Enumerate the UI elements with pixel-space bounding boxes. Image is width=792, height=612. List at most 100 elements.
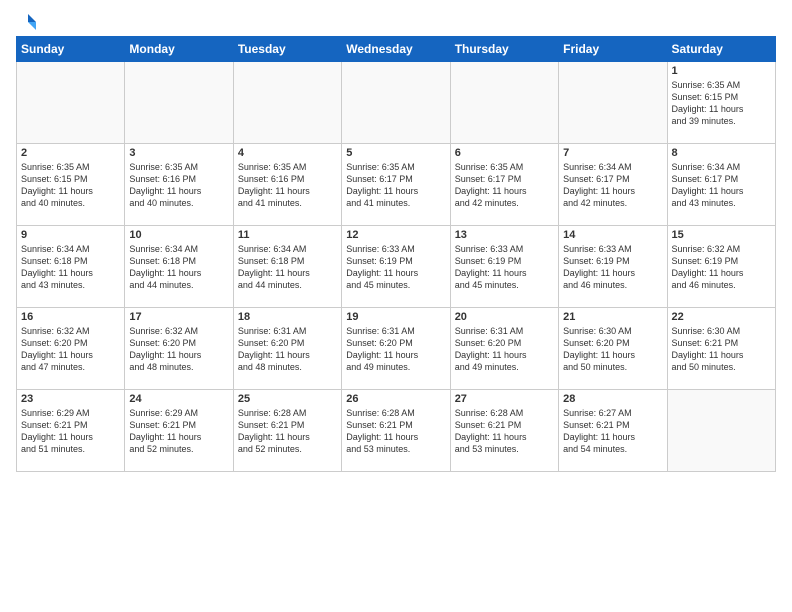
day-info: Sunrise: 6:35 AM Sunset: 6:15 PM Dayligh… (672, 79, 771, 128)
day-info: Sunrise: 6:28 AM Sunset: 6:21 PM Dayligh… (238, 407, 337, 456)
day-info: Sunrise: 6:32 AM Sunset: 6:20 PM Dayligh… (129, 325, 228, 374)
calendar-day-cell: 10 Sunrise: 6:34 AM Sunset: 6:18 PM Dayli… (125, 226, 233, 308)
day-number: 4 (238, 147, 337, 159)
calendar-day-cell: 27Sunrise: 6:28 AM Sunset: 6:21 PM Dayli… (450, 390, 558, 472)
calendar-table: SundayMondayTuesdayWednesdayThursdayFrid… (16, 36, 776, 472)
day-info: Sunrise: 6:29 AM Sunset: 6:21 PM Dayligh… (21, 407, 120, 456)
calendar-day-cell: 26 Sunrise: 6:28 AM Sunset: 6:21 PM Dayli… (342, 390, 450, 472)
day-number: 11 (238, 229, 337, 241)
calendar-week-row: 16 Sunrise: 6:32 AM Sunset: 6:20 PM Dayli… (17, 308, 776, 390)
day-info: Sunrise: 6:33 AM Sunset: 6:19 PM Dayligh… (455, 243, 554, 292)
calendar-empty-cell (233, 62, 341, 144)
day-number: 15 (672, 229, 771, 241)
calendar-week-row: 23Sunrise: 6:29 AM Sunset: 6:21 PM Dayli… (17, 390, 776, 472)
calendar-empty-cell (342, 62, 450, 144)
calendar-empty-cell (559, 62, 667, 144)
day-number: 22 (672, 311, 771, 323)
day-number: 16 (21, 311, 120, 323)
logo (16, 12, 38, 28)
day-info: Sunrise: 6:30 AM Sunset: 6:21 PM Dayligh… (672, 325, 771, 374)
day-number: 25 (238, 393, 337, 405)
calendar-week-row: 2 Sunrise: 6:35 AM Sunset: 6:15 PM Daylig… (17, 144, 776, 226)
day-number: 5 (346, 147, 445, 159)
calendar-day-cell: 11 Sunrise: 6:34 AM Sunset: 6:18 PM Dayli… (233, 226, 341, 308)
weekday-header-thursday: Thursday (450, 37, 558, 62)
calendar-day-cell: 23Sunrise: 6:29 AM Sunset: 6:21 PM Dayli… (17, 390, 125, 472)
weekday-header-monday: Monday (125, 37, 233, 62)
calendar-empty-cell (125, 62, 233, 144)
calendar-header-row: SundayMondayTuesdayWednesdayThursdayFrid… (17, 37, 776, 62)
day-number: 21 (563, 311, 662, 323)
day-info: Sunrise: 6:35 AM Sunset: 6:16 PM Dayligh… (238, 161, 337, 210)
day-info: Sunrise: 6:34 AM Sunset: 6:18 PM Dayligh… (21, 243, 120, 292)
day-info: Sunrise: 6:34 AM Sunset: 6:17 PM Dayligh… (672, 161, 771, 210)
calendar-empty-cell (450, 62, 558, 144)
calendar-day-cell: 8 Sunrise: 6:34 AM Sunset: 6:17 PM Daylig… (667, 144, 775, 226)
calendar-day-cell: 20 Sunrise: 6:31 AM Sunset: 6:20 PM Dayli… (450, 308, 558, 390)
calendar-empty-cell (667, 390, 775, 472)
day-number: 18 (238, 311, 337, 323)
day-info: Sunrise: 6:35 AM Sunset: 6:17 PM Dayligh… (455, 161, 554, 210)
weekday-header-tuesday: Tuesday (233, 37, 341, 62)
day-number: 12 (346, 229, 445, 241)
day-number: 8 (672, 147, 771, 159)
day-info: Sunrise: 6:33 AM Sunset: 6:19 PM Dayligh… (563, 243, 662, 292)
page: SundayMondayTuesdayWednesdayThursdayFrid… (0, 0, 792, 480)
day-number: 10 (129, 229, 228, 241)
calendar-empty-cell (17, 62, 125, 144)
calendar-day-cell: 2 Sunrise: 6:35 AM Sunset: 6:15 PM Daylig… (17, 144, 125, 226)
logo-icon (18, 12, 38, 32)
day-info: Sunrise: 6:35 AM Sunset: 6:17 PM Dayligh… (346, 161, 445, 210)
calendar-day-cell: 16Sunrise: 6:32 AM Sunset: 6:20 PM Dayli… (17, 308, 125, 390)
day-info: Sunrise: 6:33 AM Sunset: 6:19 PM Dayligh… (346, 243, 445, 292)
day-number: 14 (563, 229, 662, 241)
weekday-header-saturday: Saturday (667, 37, 775, 62)
day-info: Sunrise: 6:34 AM Sunset: 6:18 PM Dayligh… (129, 243, 228, 292)
day-info: Sunrise: 6:34 AM Sunset: 6:18 PM Dayligh… (238, 243, 337, 292)
day-info: Sunrise: 6:34 AM Sunset: 6:17 PM Dayligh… (563, 161, 662, 210)
calendar-day-cell: 5 Sunrise: 6:35 AM Sunset: 6:17 PM Daylig… (342, 144, 450, 226)
day-number: 13 (455, 229, 554, 241)
day-number: 17 (129, 311, 228, 323)
weekday-header-sunday: Sunday (17, 37, 125, 62)
day-number: 2 (21, 147, 120, 159)
day-number: 27 (455, 393, 554, 405)
calendar-day-cell: 18Sunrise: 6:31 AM Sunset: 6:20 PM Dayli… (233, 308, 341, 390)
day-number: 24 (129, 393, 228, 405)
calendar-week-row: 9Sunrise: 6:34 AM Sunset: 6:18 PM Daylig… (17, 226, 776, 308)
day-number: 26 (346, 393, 445, 405)
day-info: Sunrise: 6:28 AM Sunset: 6:21 PM Dayligh… (346, 407, 445, 456)
day-number: 1 (672, 65, 771, 77)
day-info: Sunrise: 6:31 AM Sunset: 6:20 PM Dayligh… (346, 325, 445, 374)
calendar-day-cell: 6 Sunrise: 6:35 AM Sunset: 6:17 PM Daylig… (450, 144, 558, 226)
day-number: 19 (346, 311, 445, 323)
calendar-week-row: 1 Sunrise: 6:35 AM Sunset: 6:15 PM Daylig… (17, 62, 776, 144)
calendar-day-cell: 19 Sunrise: 6:31 AM Sunset: 6:20 PM Dayli… (342, 308, 450, 390)
day-info: Sunrise: 6:31 AM Sunset: 6:20 PM Dayligh… (455, 325, 554, 374)
calendar-day-cell: 12 Sunrise: 6:33 AM Sunset: 6:19 PM Dayli… (342, 226, 450, 308)
day-info: Sunrise: 6:27 AM Sunset: 6:21 PM Dayligh… (563, 407, 662, 456)
calendar-day-cell: 17 Sunrise: 6:32 AM Sunset: 6:20 PM Dayli… (125, 308, 233, 390)
header (16, 12, 776, 28)
weekday-header-friday: Friday (559, 37, 667, 62)
calendar-day-cell: 3 Sunrise: 6:35 AM Sunset: 6:16 PM Daylig… (125, 144, 233, 226)
calendar-day-cell: 13 Sunrise: 6:33 AM Sunset: 6:19 PM Dayli… (450, 226, 558, 308)
calendar-day-cell: 24 Sunrise: 6:29 AM Sunset: 6:21 PM Dayli… (125, 390, 233, 472)
calendar-day-cell: 7Sunrise: 6:34 AM Sunset: 6:17 PM Daylig… (559, 144, 667, 226)
calendar-day-cell: 25 Sunrise: 6:28 AM Sunset: 6:21 PM Dayli… (233, 390, 341, 472)
day-info: Sunrise: 6:35 AM Sunset: 6:16 PM Dayligh… (129, 161, 228, 210)
weekday-header-wednesday: Wednesday (342, 37, 450, 62)
day-info: Sunrise: 6:30 AM Sunset: 6:20 PM Dayligh… (563, 325, 662, 374)
day-info: Sunrise: 6:29 AM Sunset: 6:21 PM Dayligh… (129, 407, 228, 456)
calendar-day-cell: 28 Sunrise: 6:27 AM Sunset: 6:21 PM Dayli… (559, 390, 667, 472)
calendar-day-cell: 4 Sunrise: 6:35 AM Sunset: 6:16 PM Daylig… (233, 144, 341, 226)
calendar-day-cell: 22 Sunrise: 6:30 AM Sunset: 6:21 PM Dayli… (667, 308, 775, 390)
day-info: Sunrise: 6:35 AM Sunset: 6:15 PM Dayligh… (21, 161, 120, 210)
day-number: 6 (455, 147, 554, 159)
day-number: 28 (563, 393, 662, 405)
day-number: 20 (455, 311, 554, 323)
day-number: 3 (129, 147, 228, 159)
calendar-day-cell: 9Sunrise: 6:34 AM Sunset: 6:18 PM Daylig… (17, 226, 125, 308)
calendar-day-cell: 21 Sunrise: 6:30 AM Sunset: 6:20 PM Dayli… (559, 308, 667, 390)
calendar-day-cell: 14 Sunrise: 6:33 AM Sunset: 6:19 PM Dayli… (559, 226, 667, 308)
